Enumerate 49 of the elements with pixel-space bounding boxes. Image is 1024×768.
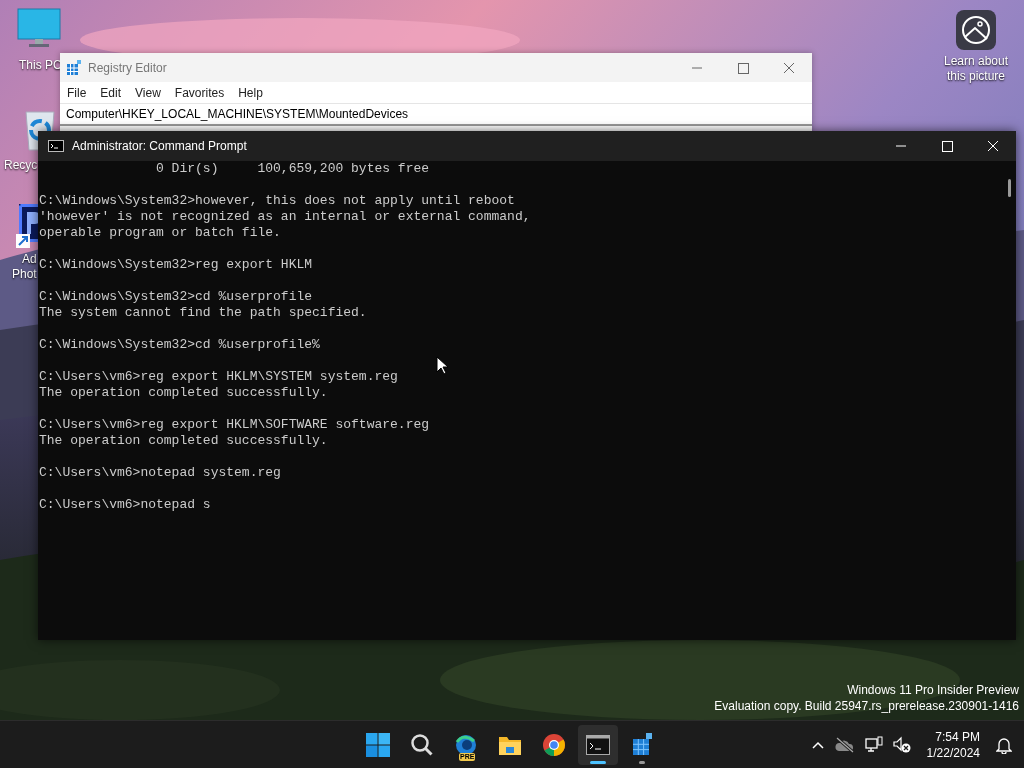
menu-item[interactable]: Favorites — [174, 85, 225, 100]
icon-label: Recyc — [4, 158, 38, 172]
console-icon — [586, 734, 610, 755]
console-line: C:\Windows\System32>however, this does not apply until reboot — [39, 193, 516, 209]
window-title: Administrator: Command Prompt — [72, 139, 248, 153]
console-line: C:\Users\vm6>notepad s — [39, 497, 212, 513]
menu-item[interactable]: File — [67, 85, 87, 100]
browser-icon — [454, 733, 478, 756]
scrollbar-thumb[interactable] — [1007, 179, 1011, 197]
volume-muted-icon[interactable] — [892, 735, 911, 754]
browser-icon — [542, 732, 566, 757]
windows-logo-icon — [366, 732, 390, 757]
mouse-cursor-icon — [436, 356, 448, 375]
cloud-off-icon[interactable] — [834, 736, 855, 753]
console-line: The system cannot find the path specified. — [39, 305, 368, 321]
menu-item[interactable]: View — [135, 85, 161, 100]
menu-item[interactable]: Help — [238, 85, 263, 100]
console-line: C:\Windows\System32>reg export HKLM — [39, 257, 314, 273]
console-line: The operation completed successfully. — [39, 385, 329, 401]
console-line: operable program or batch file. — [39, 225, 282, 241]
network-icon[interactable] — [864, 735, 883, 754]
window-title: Registry Editor — [88, 60, 168, 75]
search-icon — [410, 732, 434, 757]
taskbar-app[interactable] — [578, 724, 618, 765]
cubes-icon — [66, 59, 82, 76]
icon-label: Learn about this picture — [942, 54, 1010, 84]
icon-label: Ad — [22, 252, 37, 266]
console-icon — [48, 140, 64, 152]
chevron-up-icon[interactable] — [810, 739, 825, 750]
console-line: The operation completed successfully. — [39, 433, 329, 449]
console-line: 0 Dir(s) 100,659,200 bytes free — [155, 161, 431, 177]
watermark-text: Windows 11 Pro Insider Preview — [847, 682, 1019, 698]
menu-item[interactable]: Edit — [100, 85, 122, 100]
console-line: C:\Windows\System32>cd %userprofile — [39, 289, 314, 305]
console-line: C:\Users\vm6>reg export HKLM\SOFTWARE software.reg — [39, 417, 431, 433]
icon-label: Phot — [12, 267, 37, 281]
clock-date[interactable]: 1/22/2024 — [926, 744, 980, 761]
console-line: 'however' is not recognized as an internal or external command, — [39, 209, 532, 225]
cubes-icon — [631, 732, 653, 757]
clock-time[interactable]: 7:54 PM — [935, 728, 980, 745]
icon-label: This PC — [19, 58, 62, 72]
watermark-text: Evaluation copy. Build 25947.rs_prerelease.230901-1416 — [714, 698, 1019, 714]
console-line: C:\Windows\System32>cd %userprofile% — [39, 337, 321, 353]
console-line: C:\Users\vm6>notepad system.reg — [39, 465, 282, 481]
address-bar[interactable]: Computer\HKEY_LOCAL_MACHINE\SYSTEM\MountedDevices — [60, 103, 812, 126]
bell-icon[interactable] — [996, 735, 1012, 754]
landscape-icon — [956, 10, 996, 50]
monitor-icon — [17, 8, 61, 48]
console-line: C:\Users\vm6>reg export HKLM\SYSTEM system.reg — [39, 369, 399, 385]
